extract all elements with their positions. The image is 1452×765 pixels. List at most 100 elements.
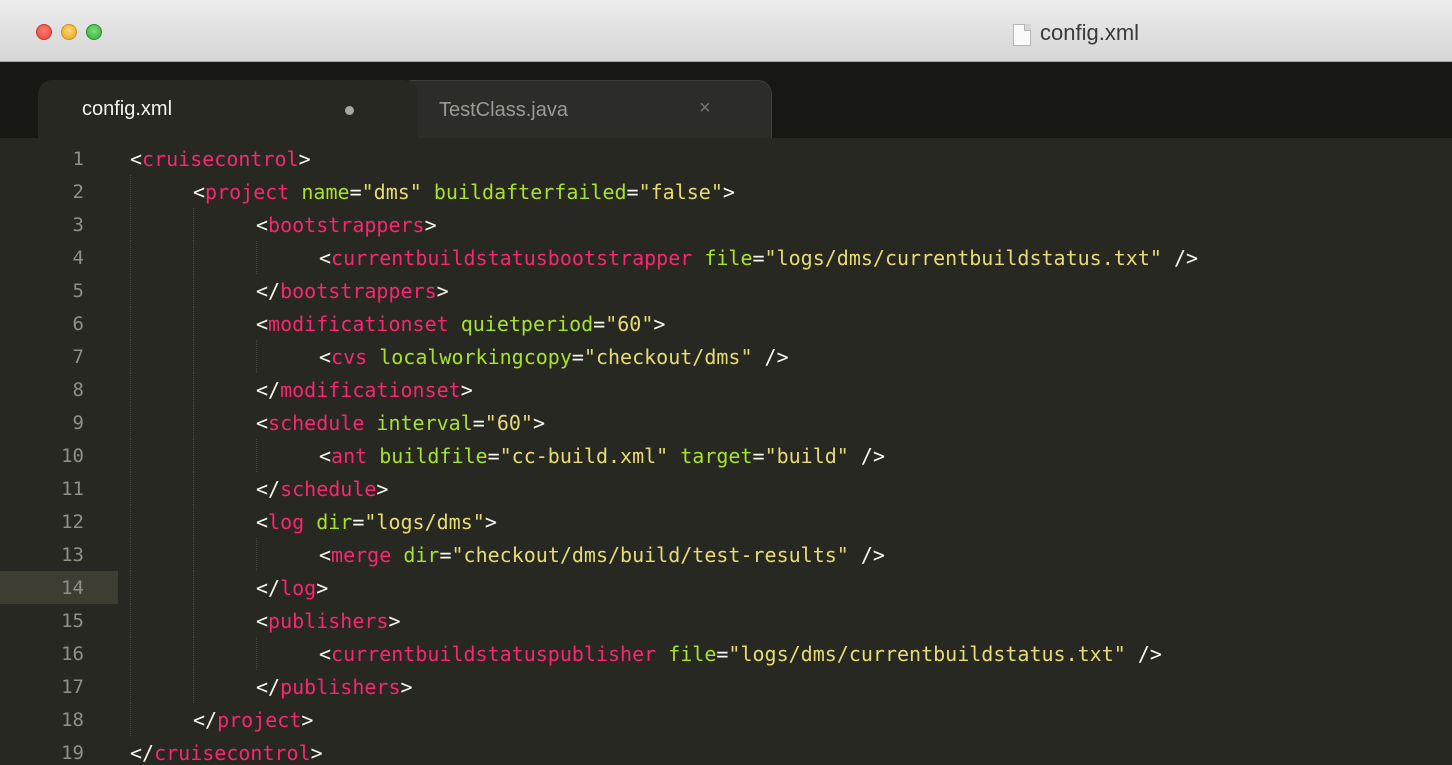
tab-config-xml[interactable]: config.xml — [38, 80, 418, 138]
code-line[interactable]: 13 <merge dir="checkout/dms/build/test-re… — [0, 538, 1452, 571]
line-number: 1 — [72, 148, 84, 170]
gutter[interactable]: 11 — [0, 472, 118, 505]
gutter[interactable]: 3 — [0, 208, 118, 241]
xml-punctuation: /> — [1161, 246, 1199, 270]
xml-punctuation: < — [130, 147, 143, 171]
xml-punctuation: </ — [256, 477, 281, 501]
gutter[interactable]: 16 — [0, 637, 118, 670]
line-number: 6 — [72, 313, 84, 335]
line-number: 17 — [61, 676, 84, 698]
line-number: 4 — [72, 247, 84, 269]
tab-testclass-java[interactable]: TestClass.java × — [398, 80, 772, 138]
xml-punctuation: = — [752, 246, 765, 270]
xml-attribute: file — [704, 246, 753, 270]
xml-tag-name: modificationset — [268, 312, 449, 336]
code-line[interactable]: 9 <schedule interval="60"> — [0, 406, 1452, 439]
unsaved-changes-icon[interactable] — [345, 106, 354, 115]
indent-guide — [130, 571, 132, 604]
gutter[interactable]: 10 — [0, 439, 118, 472]
xml-string: "cc-build.xml" — [499, 444, 669, 468]
indent-guide — [256, 538, 258, 571]
xml-punctuation — [656, 642, 668, 666]
xml-punctuation: = — [349, 180, 362, 204]
gutter[interactable]: 14 — [0, 571, 118, 604]
xml-punctuation — [367, 444, 379, 468]
indent-guide — [130, 604, 132, 637]
xml-punctuation: = — [487, 444, 500, 468]
code-text: <bootstrappers> — [256, 213, 437, 237]
xml-punctuation: > — [460, 378, 473, 402]
close-tab-icon[interactable]: × — [699, 97, 711, 120]
code-line[interactable]: 12 <log dir="logs/dms"> — [0, 505, 1452, 538]
code-editor[interactable]: 1 <cruisecontrol> 2 <project name="dms" bui… — [0, 138, 1452, 765]
xml-punctuation: < — [256, 411, 269, 435]
xml-punctuation: > — [400, 675, 413, 699]
gutter[interactable]: 18 — [0, 703, 118, 736]
code-line[interactable]: 19 </cruisecontrol> — [0, 736, 1452, 765]
indent-guide — [256, 439, 258, 472]
code-line[interactable]: 7 <cvs localworkingcopy="checkout/dms" /> — [0, 340, 1452, 373]
indent-guide — [130, 274, 132, 307]
indent-guide — [193, 406, 195, 439]
code-line[interactable]: 10 <ant buildfile="cc-build.xml" target="… — [0, 439, 1452, 472]
code-text: <publishers> — [256, 609, 401, 633]
indent-guide — [193, 571, 195, 604]
code-line[interactable]: 11 </schedule> — [0, 472, 1452, 505]
gutter[interactable]: 17 — [0, 670, 118, 703]
code-line[interactable]: 5 </bootstrappers> — [0, 274, 1452, 307]
gutter[interactable]: 12 — [0, 505, 118, 538]
xml-string: "checkout/dms/build/test-results" — [451, 543, 849, 567]
gutter[interactable]: 9 — [0, 406, 118, 439]
code-line[interactable]: 3 <bootstrappers> — [0, 208, 1452, 241]
code-line[interactable]: 15 <publishers> — [0, 604, 1452, 637]
indent-guide — [256, 340, 258, 373]
code-line[interactable]: 17 </publishers> — [0, 670, 1452, 703]
close-window-button[interactable] — [36, 24, 52, 40]
code-line[interactable]: 8 </modificationset> — [0, 373, 1452, 406]
indent-guide — [130, 439, 132, 472]
code-text: <currentbuildstatusbootstrapper file="lo… — [319, 246, 1198, 270]
code-text: <schedule interval="60"> — [256, 411, 545, 435]
xml-tag-name: cvs — [331, 345, 368, 369]
code-line[interactable]: 16 <currentbuildstatuspublisher file="log… — [0, 637, 1452, 670]
code-line[interactable]: 14 </log> — [0, 571, 1452, 604]
indent-guide — [193, 307, 195, 340]
code-text: <cruisecontrol> — [130, 147, 311, 171]
code-line[interactable]: 18 </project> — [0, 703, 1452, 736]
xml-tag-name: schedule — [268, 411, 365, 435]
code-line[interactable]: 6 <modificationset quietperiod="60"> — [0, 307, 1452, 340]
code-text: <ant buildfile="cc-build.xml" target="bu… — [319, 444, 885, 468]
xml-punctuation — [449, 312, 461, 336]
minimize-window-button[interactable] — [61, 24, 77, 40]
gutter[interactable]: 5 — [0, 274, 118, 307]
xml-punctuation: < — [319, 543, 332, 567]
line-number: 14 — [61, 577, 84, 599]
gutter[interactable]: 8 — [0, 373, 118, 406]
xml-tag-name: currentbuildstatusbootstrapper — [331, 246, 693, 270]
zoom-window-button[interactable] — [86, 24, 102, 40]
gutter[interactable]: 4 — [0, 241, 118, 274]
xml-punctuation: = — [626, 180, 639, 204]
gutter[interactable]: 1 — [0, 142, 118, 175]
line-number: 7 — [72, 346, 84, 368]
xml-punctuation: /> — [1125, 642, 1162, 666]
xml-punctuation: < — [256, 510, 269, 534]
gutter[interactable]: 6 — [0, 307, 118, 340]
code-line[interactable]: 2 <project name="dms" buildafterfailed="f… — [0, 175, 1452, 208]
xml-attribute: buildfile — [379, 444, 488, 468]
gutter[interactable]: 7 — [0, 340, 118, 373]
xml-punctuation: < — [319, 444, 332, 468]
indent-guide — [193, 340, 195, 373]
indent-guide — [193, 670, 195, 703]
code-line[interactable]: 1 <cruisecontrol> — [0, 142, 1452, 175]
gutter[interactable]: 2 — [0, 175, 118, 208]
xml-tag-name: project — [217, 708, 302, 732]
xml-punctuation: > — [424, 213, 437, 237]
xml-punctuation: < — [319, 345, 332, 369]
code-line[interactable]: 4 <currentbuildstatusbootstrapper file="l… — [0, 241, 1452, 274]
gutter[interactable]: 19 — [0, 736, 118, 765]
code-text: </project> — [193, 708, 313, 732]
gutter[interactable]: 13 — [0, 538, 118, 571]
gutter[interactable]: 15 — [0, 604, 118, 637]
xml-punctuation: > — [436, 279, 449, 303]
